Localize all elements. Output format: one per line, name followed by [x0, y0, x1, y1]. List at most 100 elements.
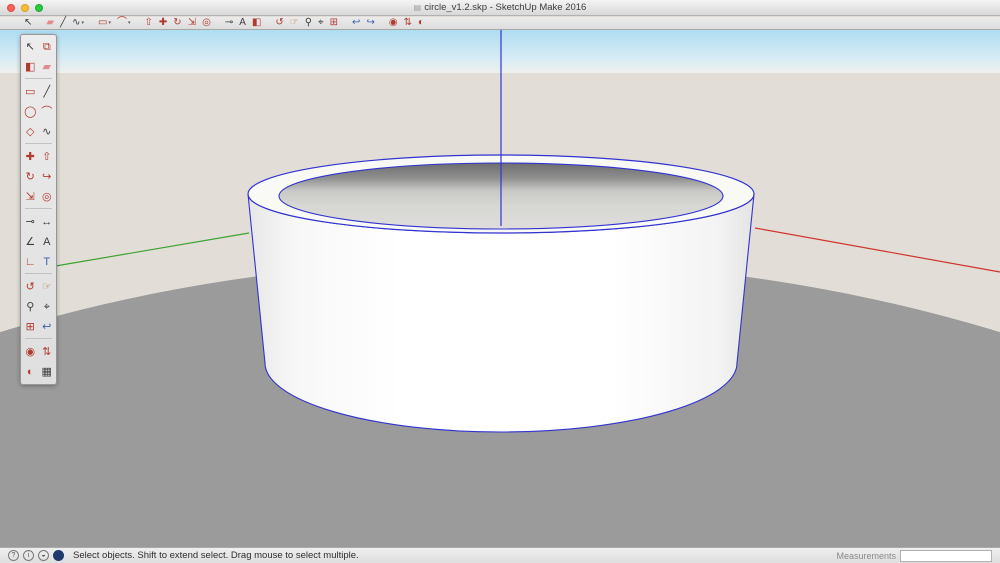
push-pull-tool-icon[interactable]: ⇧ [145, 17, 153, 30]
measurements-input[interactable] [900, 550, 992, 562]
line-icon: ╱ [60, 17, 66, 29]
zoom-extents-tool-icon[interactable]: ⊞ [23, 319, 38, 335]
zoom-extents-tool-icon[interactable]: ⊞ [330, 17, 338, 30]
arc-tool-icon[interactable]: ⌒ [39, 104, 54, 120]
polygon-tool-icon[interactable]: ◇ [23, 124, 38, 140]
help-icon[interactable]: ? [8, 550, 19, 561]
connection-status-dot[interactable] [53, 550, 64, 561]
rectangle-tool-icon[interactable]: ▭▾ [98, 17, 111, 30]
circle-tool-icon[interactable]: ◯ [23, 104, 38, 120]
move-tool-icon[interactable]: ✚ [23, 149, 38, 165]
protractor-tool-icon[interactable]: ∠ [23, 234, 38, 250]
zoom-tool-icon[interactable]: ⚲ [23, 299, 38, 315]
paint-bucket-icon: ◧ [252, 17, 261, 29]
select-tool-icon[interactable]: ↖ [24, 17, 32, 30]
palette-row: ◇ ∿ [22, 122, 55, 142]
make-component-tool-icon[interactable]: ⧉ [39, 39, 54, 55]
line-tool-icon[interactable]: ╱ [60, 17, 66, 30]
arc-tool-icon[interactable]: ⌒▾ [117, 17, 131, 30]
previous-view-tool-icon[interactable]: ↩ [39, 319, 54, 335]
walk-icon: ⇅ [404, 17, 412, 29]
pan-tool-icon[interactable]: ☞ [39, 279, 54, 295]
move-tool-icon[interactable]: ✚ [159, 17, 167, 30]
position-camera-icon: ◉ [389, 17, 398, 29]
palette-row: ↻ ↪ [22, 167, 55, 187]
previous-view-icon[interactable]: ↩ [352, 17, 360, 30]
status-hint-text: Select objects. Shift to extend select. … [73, 550, 359, 561]
paint-bucket-tool-icon[interactable]: ◧ [23, 59, 38, 75]
freehand-icon: ∿ [72, 17, 80, 29]
section-plane-tool-icon[interactable]: ▦ [39, 364, 54, 380]
eraser-tool-icon[interactable]: ▰ [46, 17, 54, 30]
text-icon: A [239, 17, 246, 29]
paint-bucket-tool-icon[interactable]: ◧ [252, 17, 261, 30]
walk-tool-icon[interactable]: ⇅ [404, 17, 412, 30]
redo-arrow-icon: ↪ [366, 17, 374, 29]
palette-row: ∟ T [22, 252, 55, 272]
move-icon: ✚ [159, 17, 167, 29]
push-pull-tool-icon[interactable]: ⇧ [39, 149, 54, 165]
select-icon: ↖ [24, 17, 32, 29]
position-camera-tool-icon[interactable]: ◉ [23, 344, 38, 360]
palette-row: ⊸ ↔ [22, 212, 55, 232]
walk-tool-icon[interactable]: ⇅ [39, 344, 54, 360]
zoom-tool-icon[interactable]: ⚲ [305, 17, 312, 30]
follow-me-tool-icon[interactable]: ↪ [39, 169, 54, 185]
zoom-extents-icon: ⊞ [330, 17, 338, 29]
3d-text-tool-icon[interactable]: T [39, 254, 54, 270]
tape-measure-tool-icon[interactable]: ⊸ [225, 17, 233, 30]
model-status-icon[interactable]: ◒ [38, 550, 49, 561]
palette-row: ⊞ ↩ [22, 317, 55, 337]
zoom-window-tool-icon[interactable]: ⌖ [318, 17, 324, 30]
next-view-icon[interactable]: ↪ [366, 17, 374, 30]
dimension-tool-icon[interactable]: ↔ [39, 214, 54, 230]
offset-tool-icon[interactable]: ◎ [39, 189, 54, 205]
palette-row: ◯ ⌒ [22, 102, 55, 122]
chevron-down-icon: ▾ [82, 20, 85, 26]
zoom-window-tool-icon[interactable]: ⌖ [39, 299, 54, 315]
offset-tool-icon[interactable]: ◎ [202, 17, 211, 30]
window-title: ▤circle_v1.2.skp - SketchUp Make 2016 [0, 0, 1000, 16]
eraser-tool-icon[interactable]: ▰ [39, 59, 54, 75]
palette-row: ⚲ ⌖ [22, 297, 55, 317]
scale-tool-icon[interactable]: ⇲ [188, 17, 196, 30]
rectangle-icon: ▭ [98, 17, 107, 29]
palette-row: ∠ A [22, 232, 55, 252]
line-tool-icon[interactable]: ╱ [39, 84, 54, 100]
palette-row: ◐ ▦ [22, 362, 55, 382]
viewport-canvas[interactable] [0, 30, 1000, 547]
select-tool-icon[interactable]: ↖ [23, 39, 38, 55]
rectangle-tool-icon[interactable]: ▭ [23, 84, 38, 100]
scale-tool-icon[interactable]: ⇲ [23, 189, 38, 205]
orbit-tool-icon[interactable]: ↺ [23, 279, 38, 295]
offset-icon: ◎ [202, 17, 211, 29]
scale-icon: ⇲ [188, 17, 196, 29]
freehand-tool-icon[interactable]: ∿▾ [72, 17, 84, 30]
palette-row: ◉ ⇅ [22, 342, 55, 362]
titlebar: ▤circle_v1.2.skp - SketchUp Make 2016 [0, 0, 1000, 16]
info-icon[interactable]: i [23, 550, 34, 561]
look-around-tool-icon[interactable]: ◐ [23, 364, 38, 380]
palette-row: ⇲ ◎ [22, 187, 55, 207]
rotate-tool-icon[interactable]: ↻ [173, 17, 181, 30]
axes-tool-icon[interactable]: ∟ [23, 254, 38, 270]
pan-icon: ☞ [290, 17, 299, 29]
rotate-icon: ↻ [173, 17, 181, 29]
text-tool-icon[interactable]: A [239, 17, 246, 30]
zoom-icon: ⚲ [305, 17, 312, 29]
arc-icon: ⌒ [117, 17, 127, 29]
look-around-tool-icon[interactable]: ◐ [418, 17, 424, 30]
position-camera-tool-icon[interactable]: ◉ [389, 17, 398, 30]
pan-tool-icon[interactable]: ☞ [290, 17, 299, 30]
chevron-down-icon: ▾ [108, 20, 111, 26]
palette-row: ↖ ⧉ [22, 37, 55, 57]
palette-row: ▭ ╱ [22, 82, 55, 102]
text-tool-icon[interactable]: A [39, 234, 54, 250]
rotate-tool-icon[interactable]: ↻ [23, 169, 38, 185]
freehand-tool-icon[interactable]: ∿ [39, 124, 54, 140]
orbit-tool-icon[interactable]: ↺ [275, 17, 283, 30]
status-bar: ? i ◒ Select objects. Shift to extend se… [0, 547, 1000, 563]
window-title-text: circle_v1.2.skp - SketchUp Make 2016 [424, 2, 586, 13]
tape-measure-tool-icon[interactable]: ⊸ [23, 214, 38, 230]
sketchup-window: ▤circle_v1.2.skp - SketchUp Make 2016 ↖ … [0, 0, 1000, 563]
